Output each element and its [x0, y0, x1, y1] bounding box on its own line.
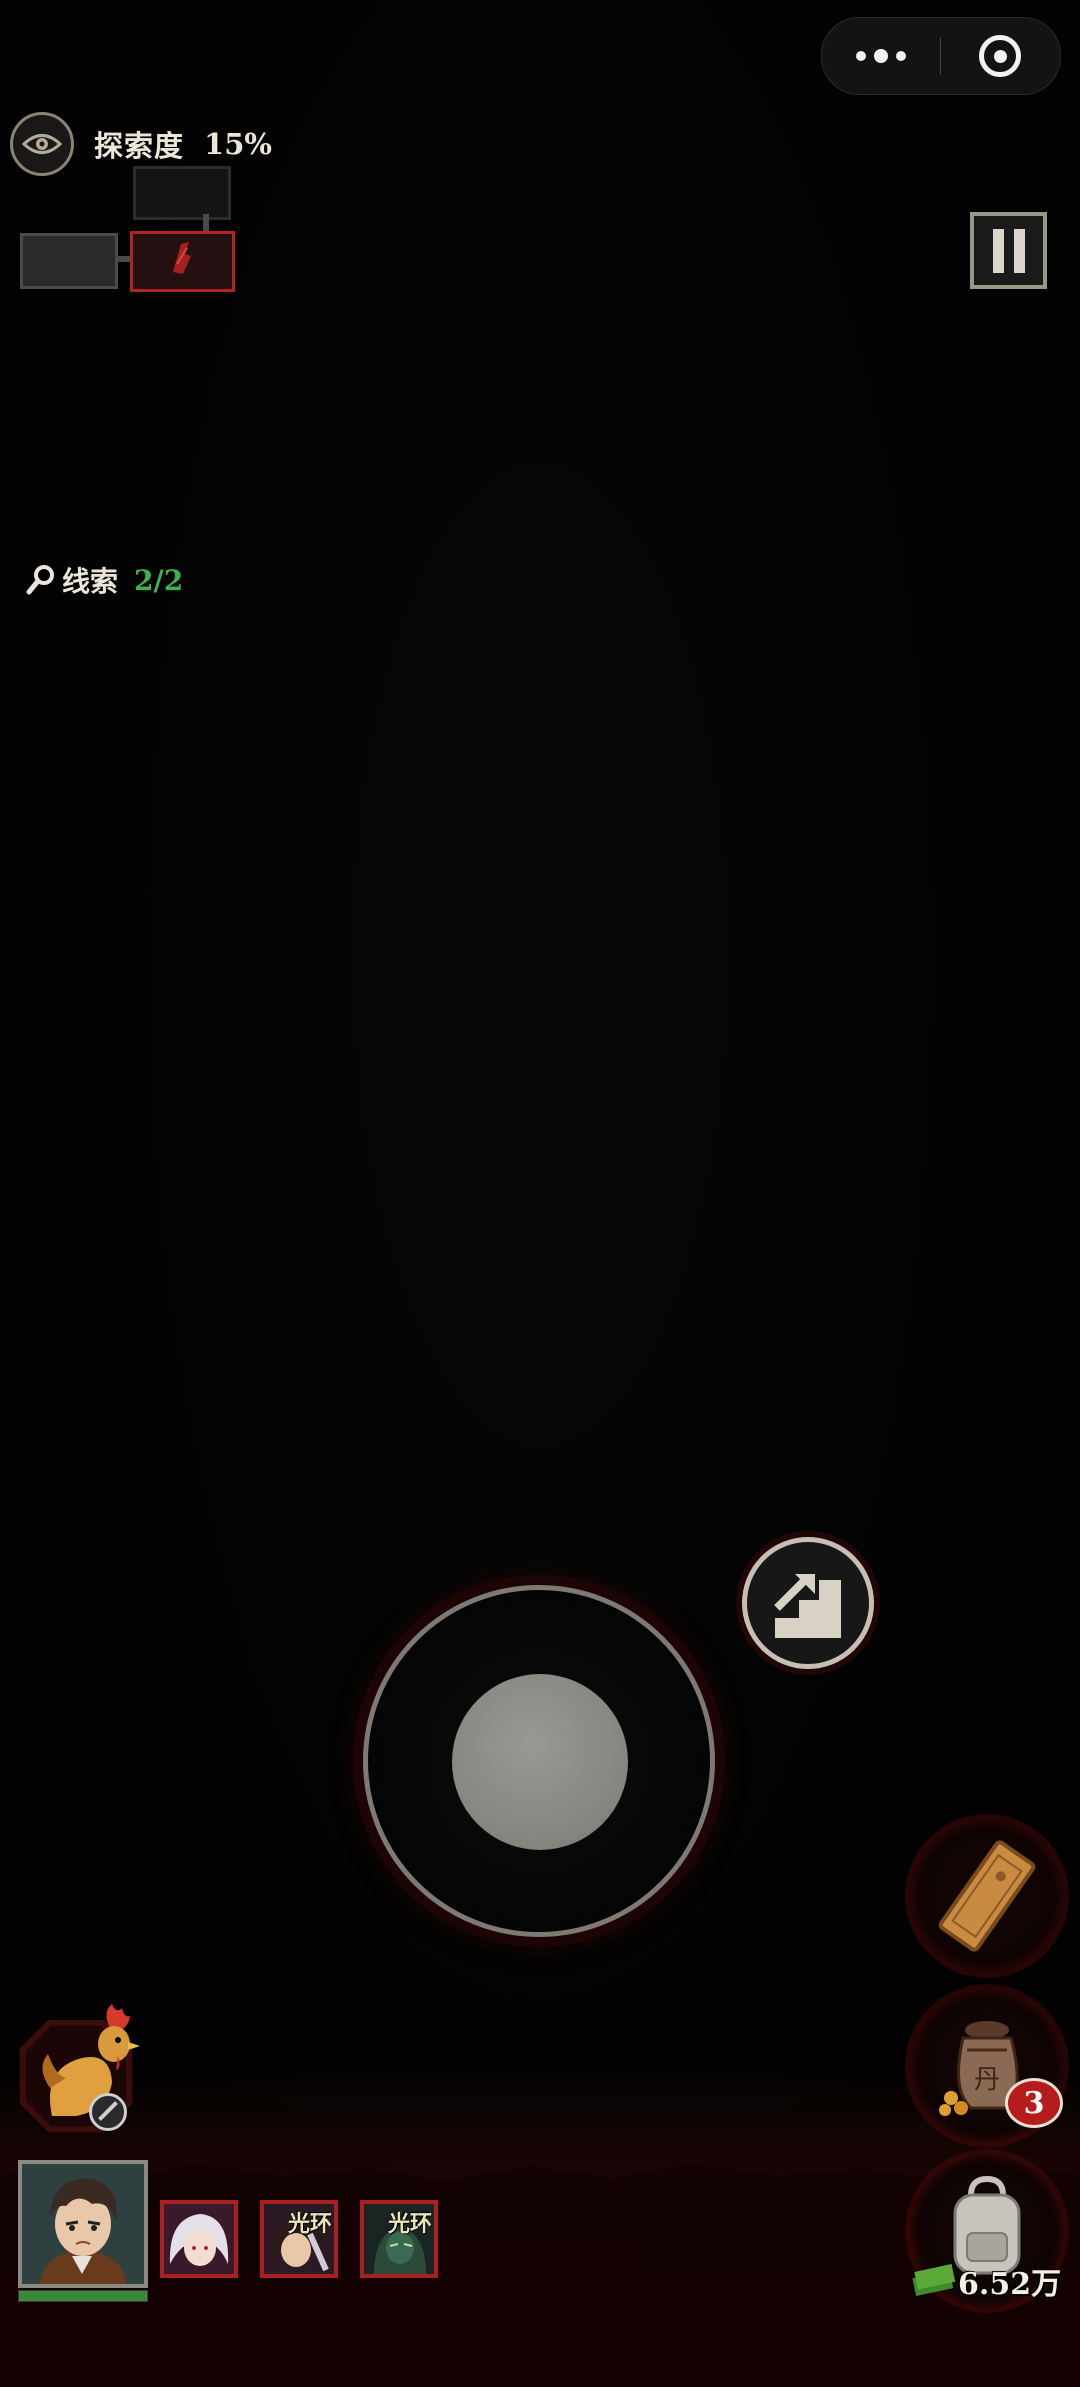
current-room-marker-icon — [133, 234, 226, 283]
wooden-token-icon — [911, 1820, 1063, 1972]
hero-portrait[interactable] — [18, 2160, 148, 2288]
clue-counter: 线索 2/2 — [26, 560, 183, 600]
token-button[interactable] — [911, 1820, 1063, 1972]
skill-tag: 光环 — [288, 2206, 332, 2238]
skill-slot-green-masked-ally[interactable]: 光环 — [360, 2200, 438, 2278]
skill-slot-white-haired-ally[interactable] — [160, 2200, 238, 2278]
svg-text:丹: 丹 — [974, 2065, 1000, 2095]
clue-value: 2/2 — [134, 564, 183, 597]
pause-icon — [993, 229, 1004, 273]
money-amount: 6.52万 — [958, 2259, 1061, 2303]
wechat-capsule — [821, 17, 1061, 95]
magnifier-icon — [26, 564, 56, 596]
minimap-connector — [115, 256, 130, 262]
white-haired-ally-icon — [164, 2204, 234, 2274]
minimap-room-top — [133, 166, 231, 220]
cash-icon — [912, 2264, 956, 2296]
pause-button[interactable] — [970, 212, 1047, 289]
game-screen: 探索度 15% 线索 2/2 — [0, 0, 1080, 2387]
potion-count-badge: 3 — [1005, 2078, 1063, 2128]
target-close-icon[interactable] — [941, 18, 1059, 94]
minimap-connector — [203, 214, 209, 231]
eye-icon — [10, 112, 74, 176]
more-dots-icon[interactable] — [822, 18, 940, 94]
stairs-icon — [765, 1560, 851, 1646]
clue-label: 线索 — [62, 560, 118, 600]
rooster-icon — [32, 1998, 142, 2122]
joystick-knob[interactable] — [452, 1674, 628, 1850]
skill-tag: 光环 — [388, 2206, 432, 2238]
exploration-value: 15% — [204, 127, 272, 161]
minimap-room-current — [130, 231, 235, 292]
hero-hp-bar — [18, 2290, 148, 2302]
skill-slot-dark-haired-ally[interactable]: 光环 — [260, 2200, 338, 2278]
disabled-icon — [89, 2093, 127, 2131]
minimap-room-left — [20, 233, 118, 289]
stairs-button[interactable] — [742, 1537, 874, 1669]
exploration-label: 探索度 — [94, 123, 184, 165]
